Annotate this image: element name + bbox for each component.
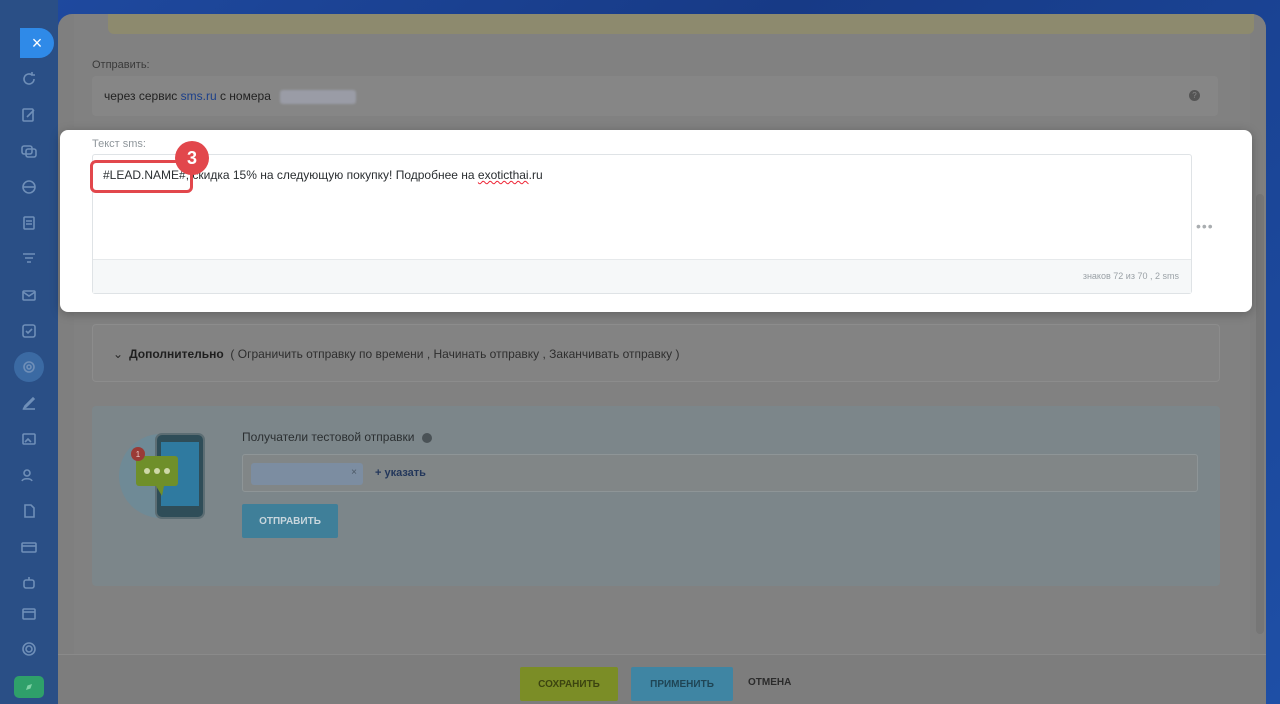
filter-icon[interactable] (20, 250, 38, 268)
apply-button[interactable]: ПРИМЕНИТЬ (631, 667, 733, 701)
calendar-icon[interactable] (20, 604, 38, 622)
left-sidebar: × (0, 0, 58, 704)
disk-icon[interactable] (20, 178, 38, 196)
sms-character-counter: знаков 72 из 70 , 2 sms (1082, 271, 1179, 281)
add-recipient-link[interactable]: + указать (375, 467, 426, 479)
step-badge: 3 (175, 141, 209, 175)
notification-count: 1 (136, 450, 141, 459)
card-icon[interactable] (20, 538, 38, 556)
image-icon[interactable] (20, 430, 38, 448)
test-send-button[interactable]: ОТПРАВИТЬ (242, 504, 338, 538)
additional-options: ( Ограничить отправку по времени , Начин… (230, 347, 680, 361)
file-icon[interactable] (20, 502, 38, 520)
sms-link-word: exoticthai (477, 168, 529, 182)
rocket-icon (26, 684, 32, 690)
additional-header: ⌄ Дополнительно ( Ограничить отправку по … (113, 347, 679, 361)
pen-icon[interactable] (20, 394, 38, 412)
mail-icon[interactable] (20, 286, 38, 304)
sms-body-text: , скидка 15% на следующую покупку! Подро… (185, 168, 478, 182)
save-button[interactable]: СОХРАНИТЬ (520, 667, 618, 701)
close-icon: × (31, 32, 43, 53)
cancel-button[interactable]: ОТМЕНА (748, 677, 791, 688)
edit-icon[interactable] (20, 106, 38, 124)
refresh-icon[interactable] (20, 70, 38, 88)
marketing-icon[interactable] (14, 352, 44, 382)
close-slider-button[interactable]: × (20, 28, 54, 58)
remove-recipient-button[interactable]: × (351, 467, 357, 478)
notice-strip (108, 14, 1254, 34)
test-recipients-label: Получатели тестовой отправки (242, 430, 432, 444)
recipient-chip: × (251, 463, 363, 485)
send-service-text: через сервис sms.ru с номера (104, 89, 357, 104)
more-menu-icon[interactable]: ••• (1196, 218, 1214, 234)
service-link[interactable]: sms.ru (181, 89, 217, 103)
footer-bar: СОХРАНИТЬ ПРИМЕНИТЬ ОТМЕНА (58, 654, 1266, 704)
phone-illustration: 1 (119, 433, 205, 519)
sms-footer: знаков 72 из 70 , 2 sms (93, 259, 1191, 293)
test-recipients-input[interactable]: × + указать (242, 454, 1198, 492)
tasks-icon[interactable] (20, 322, 38, 340)
contacts-icon[interactable] (20, 466, 38, 484)
chevron-down-icon: ⌄ (113, 347, 124, 361)
settings-icon[interactable] (20, 640, 38, 658)
document-icon[interactable] (20, 214, 38, 232)
slider-panel: Отправить: через сервис sms.ru с номера … (58, 14, 1266, 704)
send-label: Отправить: (92, 59, 150, 71)
additional-section[interactable]: ⌄ Дополнительно ( Ограничить отправку по … (92, 324, 1220, 382)
chat-icon[interactable] (20, 142, 38, 160)
sms-text-editor[interactable]: #LEAD.NAME#, скидка 15% на следующую пок… (92, 154, 1192, 294)
send-suffix: с номера (219, 89, 271, 103)
send-service-field[interactable]: через сервис sms.ru с номера ? (92, 76, 1218, 116)
rocket-button[interactable] (14, 676, 44, 698)
help-icon[interactable]: ? (1189, 90, 1200, 101)
help-icon[interactable] (421, 432, 432, 443)
sms-link-tail: .ru (528, 168, 543, 182)
sender-number (280, 89, 357, 104)
robot-icon[interactable] (20, 574, 38, 592)
additional-title: Дополнительно (129, 347, 224, 361)
sms-text-label: Текст sms: (92, 138, 146, 150)
sms-text-card: Текст sms: #LEAD.NAME#, скидка 15% на сл… (60, 130, 1252, 312)
scrollbar[interactable] (1256, 194, 1264, 634)
test-send-section: 1 Получатели тестовой отправки × + указа… (92, 406, 1220, 586)
panel-body: Отправить: через сервис sms.ru с номера … (74, 14, 1254, 654)
send-prefix: через сервис (104, 89, 178, 103)
